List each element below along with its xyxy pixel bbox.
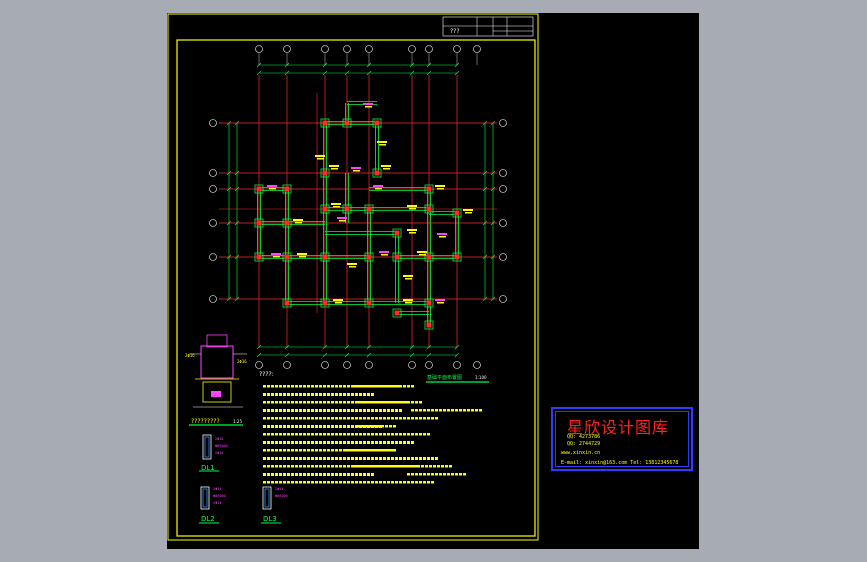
stamp-qq1: QQ: 4273786 bbox=[567, 434, 601, 440]
notes-heading: ????: bbox=[259, 371, 274, 378]
watermark-stamp: 星欣设计图库 QQ: 4273786 QQ: 2744729 www.xinxi… bbox=[551, 407, 693, 471]
svg-text:2Φ16: 2Φ16 bbox=[215, 451, 223, 455]
dimension-lines bbox=[226, 62, 496, 358]
plan-scale: 1:100 bbox=[475, 375, 487, 380]
beam-label-dl3: DL3 bbox=[263, 515, 277, 523]
svg-text:2Φ16: 2Φ16 bbox=[215, 437, 223, 441]
svg-text:Φ8@200: Φ8@200 bbox=[275, 494, 288, 498]
columns bbox=[254, 118, 462, 330]
svg-text:Φ8@200: Φ8@200 bbox=[215, 444, 228, 448]
svg-text:Φ8@200: Φ8@200 bbox=[213, 494, 226, 498]
general-notes-text bbox=[263, 385, 482, 484]
svg-text:2Φ16: 2Φ16 bbox=[237, 359, 247, 364]
beam-label-dl1: DL1 bbox=[201, 464, 215, 472]
inner-frame bbox=[176, 39, 536, 537]
title-block-text: ??? bbox=[450, 28, 460, 35]
beam-label-dl2: DL2 bbox=[201, 515, 215, 523]
stamp-qq2: QQ: 2744729 bbox=[567, 441, 601, 447]
stamp-web: www.xinxin.cn bbox=[561, 450, 601, 456]
detail-title: ????????? bbox=[191, 418, 220, 425]
svg-text:2Φ14: 2Φ14 bbox=[275, 487, 283, 491]
column-section-detail: 2Φ16 2Φ16 bbox=[185, 334, 247, 408]
detail-scale: 1:25 bbox=[233, 419, 242, 424]
stamp-mail: E-mail: xinxin@163.com Tel: 13812345678 bbox=[561, 460, 679, 466]
outer-frame bbox=[167, 13, 539, 541]
plan-title: 基础平面布置图 bbox=[427, 374, 462, 381]
title-block: ??? bbox=[442, 16, 534, 37]
svg-text:2Φ14: 2Φ14 bbox=[213, 501, 221, 505]
svg-text:2Φ16: 2Φ16 bbox=[185, 353, 195, 358]
svg-text:2Φ14: 2Φ14 bbox=[213, 487, 221, 491]
beam-annotations bbox=[267, 103, 473, 304]
cad-viewport[interactable]: ??? 基础平面布置图 1:100 2Φ16 2Φ16 ????????? 1:… bbox=[0, 0, 867, 562]
